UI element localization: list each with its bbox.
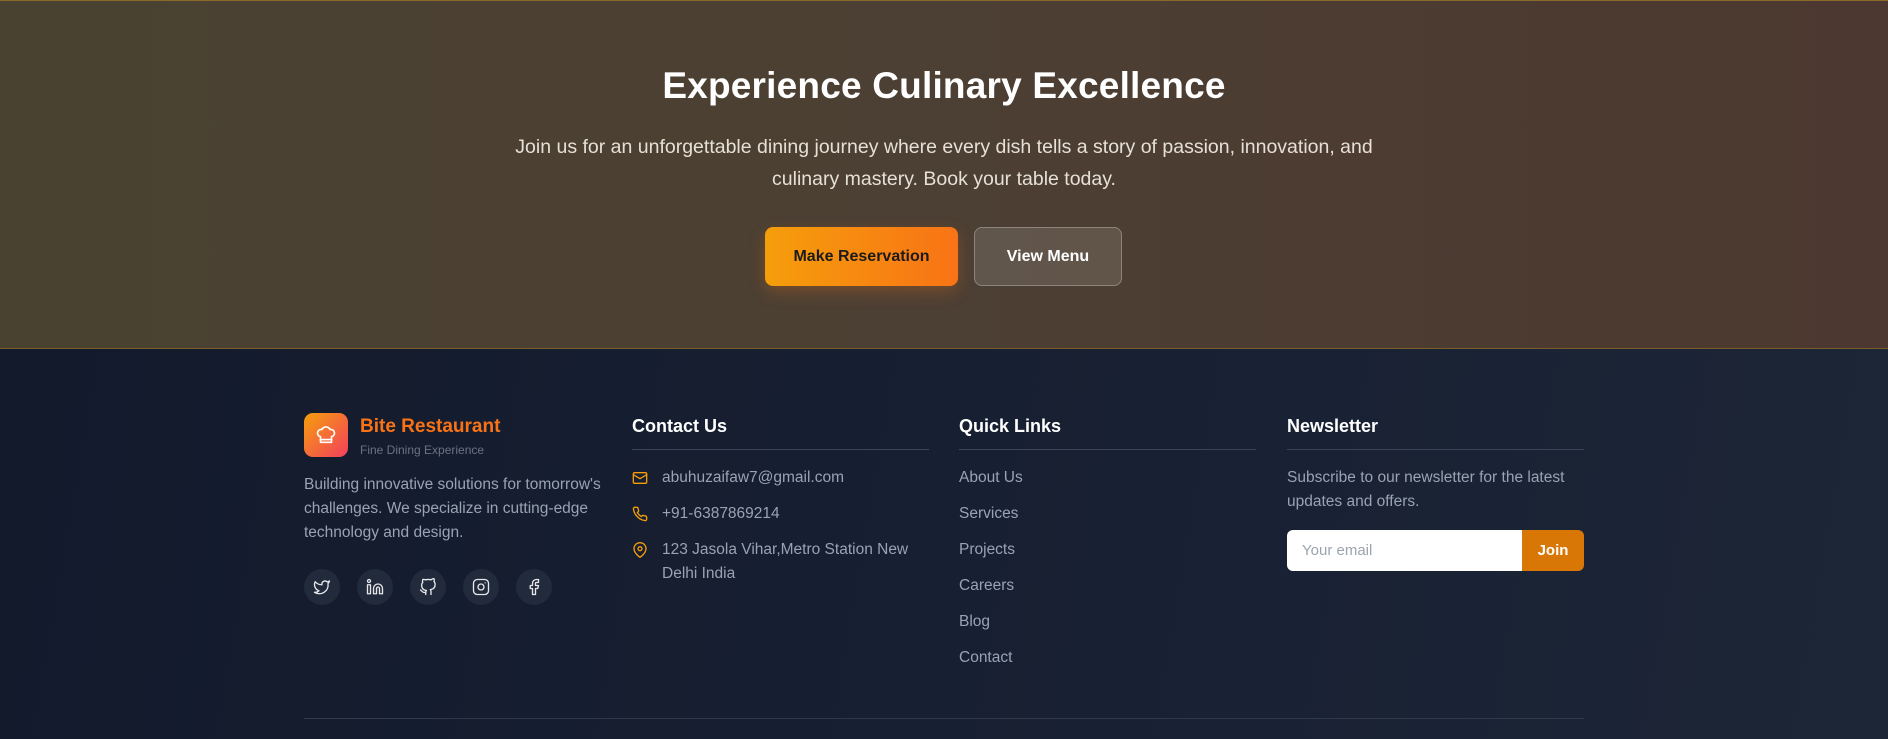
quick-link-blog[interactable]: Blog (959, 613, 990, 631)
newsletter-description: Subscribe to our newsletter for the late… (1287, 469, 1565, 510)
contact-address-text: 123 Jasola Vihar,Metro Station New Delhi… (662, 541, 909, 582)
chef-hat-icon (316, 426, 336, 444)
facebook-link[interactable] (516, 569, 552, 605)
newsletter-divider (1287, 449, 1584, 450)
quick-link-about-us[interactable]: About Us (959, 469, 1023, 487)
contact-divider (632, 449, 929, 450)
contact-phone: +91-6387869214 (632, 502, 780, 526)
linkedin-link[interactable] (357, 569, 393, 605)
github-icon (419, 578, 436, 596)
newsletter-email-input[interactable] (1287, 530, 1522, 571)
map-pin-icon (632, 538, 648, 562)
newsletter-join-button[interactable]: Join (1522, 530, 1584, 571)
social-links (304, 569, 552, 605)
brand-logo[interactable] (304, 413, 348, 457)
mail-icon (632, 466, 648, 490)
twitter-link[interactable] (304, 569, 340, 605)
contact-phone-text[interactable]: +91-6387869214 (662, 502, 780, 526)
linkedin-icon (366, 578, 384, 595)
instagram-icon (472, 578, 490, 596)
phone-icon (632, 502, 648, 526)
facebook-icon (529, 578, 540, 596)
quick-link-services[interactable]: Services (959, 505, 1018, 523)
quick-links-heading: Quick Links (959, 416, 1062, 436)
brand-description: Building innovative solutions for tomorr… (304, 476, 601, 541)
quick-link-careers[interactable]: Careers (959, 577, 1014, 595)
cta-title: Experience Culinary Excellence (662, 65, 1226, 106)
newsletter-heading: Newsletter (1287, 416, 1379, 436)
footer (0, 349, 1888, 739)
footer-bottom-divider (304, 718, 1584, 719)
instagram-link[interactable] (463, 569, 499, 605)
contact-email-text[interactable]: abuhuzaifaw7@gmail.com (662, 466, 844, 490)
quick-links-divider (959, 449, 1256, 450)
cta-section: Experience Culinary Excellence Join us f… (0, 0, 1888, 349)
quick-link-projects[interactable]: Projects (959, 541, 1015, 559)
contact-email: abuhuzaifaw7@gmail.com (632, 466, 844, 490)
brand-name[interactable]: Bite Restaurant (360, 416, 500, 438)
quick-link-contact[interactable]: Contact (959, 649, 1012, 667)
twitter-icon (313, 580, 331, 595)
view-menu-button[interactable]: View Menu (974, 227, 1122, 286)
contact-heading: Contact Us (632, 416, 728, 436)
contact-address: 123 Jasola Vihar,Metro Station New Delhi… (632, 538, 922, 586)
brand-tagline: Fine Dining Experience (360, 443, 485, 457)
make-reservation-button[interactable]: Make Reservation (765, 227, 958, 286)
github-link[interactable] (410, 569, 446, 605)
cta-description: Join us for an unforgettable dining jour… (515, 136, 1373, 190)
